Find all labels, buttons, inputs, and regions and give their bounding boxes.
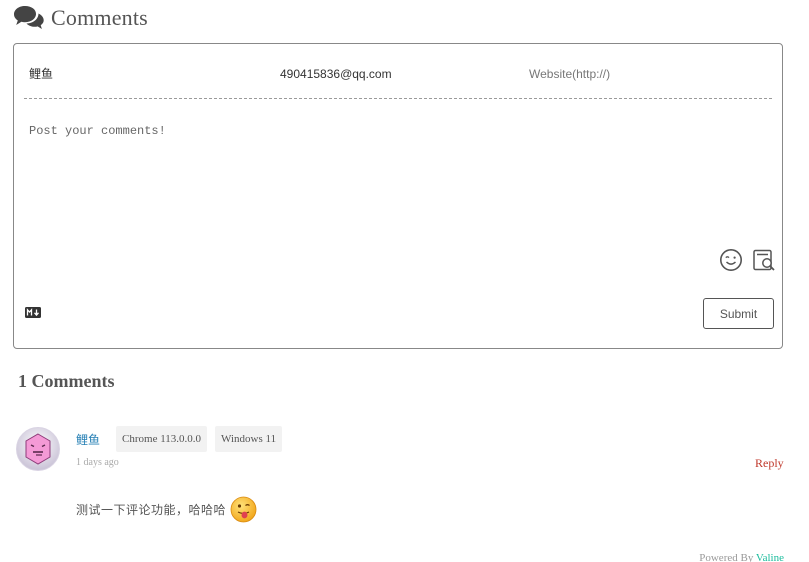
comment-form: 鲤鱼 490415836@qq.com Website(http://) Pos…	[13, 43, 783, 349]
valine-link[interactable]: Valine	[756, 552, 784, 562]
submit-button[interactable]: Submit	[703, 298, 774, 329]
comments-header: Comments	[13, 2, 148, 34]
comment-body: 测试一下评论功能，哈哈哈	[76, 495, 257, 523]
email-field[interactable]: 490415836@qq.com	[280, 67, 392, 81]
powered-by-label: Powered By	[699, 552, 754, 562]
comment-timestamp: 1 days ago	[76, 457, 119, 468]
website-field[interactable]: Website(http://)	[529, 67, 610, 81]
markdown-icon[interactable]	[25, 305, 41, 318]
comments-icon	[13, 5, 45, 31]
avatar	[16, 427, 60, 471]
tongue-emoji-icon	[230, 496, 257, 523]
comment-textarea[interactable]: Post your comments!	[29, 124, 166, 138]
comment-meta-fields: 鲤鱼 490415836@qq.com Website(http://)	[24, 58, 772, 99]
os-badge: Windows 11	[215, 426, 283, 452]
comment-author-link[interactable]: 鲤鱼	[76, 431, 100, 448]
powered-by: Powered By Valine	[699, 552, 784, 562]
nickname-field[interactable]: 鲤鱼	[29, 67, 53, 81]
comment-head: 鲤鱼 Chrome 113.0.0.0 Windows 11	[76, 426, 290, 452]
page-title: Comments	[51, 5, 148, 30]
comment-text: 测试一下评论功能，哈哈哈	[76, 502, 227, 517]
emoji-icon[interactable]	[719, 248, 743, 272]
preview-icon[interactable]	[752, 248, 776, 272]
reply-link[interactable]: Reply	[755, 456, 784, 471]
comment-count: 1 Comments	[18, 371, 115, 391]
browser-badge: Chrome 113.0.0.0	[116, 426, 208, 452]
